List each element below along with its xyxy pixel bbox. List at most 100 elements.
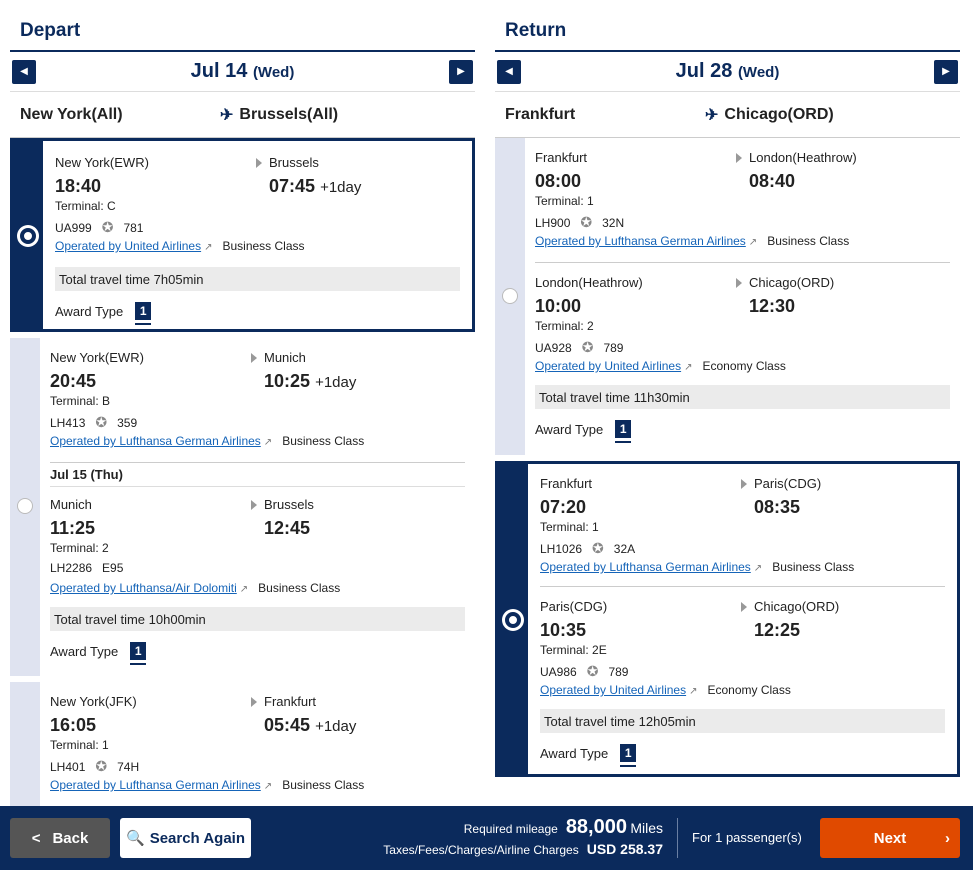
arrival-time: 12:45 bbox=[264, 518, 311, 538]
next-button[interactable]: Next › bbox=[820, 818, 960, 858]
radio-selected[interactable] bbox=[505, 612, 521, 628]
terminal: Terminal: 2 bbox=[50, 541, 109, 555]
arrival-time: 12:30 bbox=[749, 296, 796, 316]
to-airport: Brussels bbox=[251, 497, 314, 512]
depart-route: New York(All) ✈ Brussels(All) bbox=[10, 92, 475, 138]
external-link-icon: ↗ bbox=[239, 584, 249, 595]
return-option-1[interactable]: Frankfurt London(Heathrow) 08:00 08:40 T… bbox=[495, 138, 960, 455]
depart-option-2[interactable]: New York(EWR) Munich 20:45 10:25 +1day T… bbox=[10, 338, 475, 676]
departure-time: 11:25 bbox=[50, 518, 96, 538]
terminal: Terminal: 1 bbox=[50, 738, 109, 752]
cabin-class: Business Class bbox=[258, 581, 341, 595]
from-airport: New York(EWR) bbox=[55, 155, 149, 170]
airplane-icon: ✈ bbox=[705, 106, 719, 124]
search-icon: 🔍 bbox=[126, 830, 145, 847]
star-alliance-icon: ✪ bbox=[592, 540, 604, 556]
award-badge: 1 bbox=[135, 302, 152, 320]
operator-link[interactable]: Operated by Lufthansa/Air Dolomiti bbox=[50, 581, 237, 595]
radio-unselected[interactable] bbox=[17, 498, 33, 514]
depart-option-1[interactable]: New York(EWR) Brussels 18:40 07:45 +1day… bbox=[10, 138, 475, 332]
star-alliance-icon: ✪ bbox=[101, 219, 114, 235]
triangle-left-icon: ◀ bbox=[505, 66, 513, 77]
operator-link[interactable]: Operated by Lufthansa German Airlines bbox=[535, 234, 746, 248]
star-alliance-icon: ✪ bbox=[95, 758, 108, 774]
award-type: Award Type 1 bbox=[535, 409, 950, 449]
radio-selected[interactable] bbox=[20, 228, 36, 244]
depart-next-day-button[interactable]: ▶ bbox=[449, 59, 473, 84]
cabin-class: Economy Class bbox=[707, 683, 791, 697]
from-airport: New York(EWR) bbox=[50, 350, 144, 365]
award-type: Award Type 1 bbox=[540, 733, 945, 773]
operator-link[interactable]: Operated by Lufthansa German Airlines bbox=[540, 560, 751, 574]
award-type: Award Type 1 bbox=[50, 631, 465, 671]
depart-prev-day-button[interactable]: ◀ bbox=[12, 59, 36, 84]
to-airport: Chicago(ORD) bbox=[740, 599, 840, 614]
radio-unselected[interactable] bbox=[502, 288, 518, 304]
operator-link[interactable]: Operated by United Airlines bbox=[535, 359, 681, 373]
cabin-class: Business Class bbox=[282, 434, 365, 448]
arrival-time: 12:25 bbox=[754, 620, 801, 640]
departure-time: 20:45 bbox=[50, 371, 97, 391]
operator-link[interactable]: Operated by United Airlines bbox=[55, 239, 201, 253]
from-airport: Frankfurt bbox=[540, 476, 593, 491]
triangle-right-icon: ▶ bbox=[942, 66, 950, 77]
to-airport: Paris(CDG) bbox=[740, 476, 822, 491]
to-airport: Frankfurt bbox=[250, 694, 317, 709]
return-prev-day-button[interactable]: ◀ bbox=[497, 59, 521, 84]
award-badge: 1 bbox=[615, 420, 632, 438]
arrival-time: 08:35 bbox=[754, 497, 801, 517]
required-mileage: Required mileage 88,000 Miles Taxes/Fees/… bbox=[383, 816, 663, 857]
search-again-button[interactable]: 🔍 Search Again bbox=[120, 818, 251, 858]
return-title: Return bbox=[495, 0, 960, 52]
external-link-icon: ↗ bbox=[263, 781, 273, 792]
total-travel-time: Total travel time 11h30min bbox=[535, 385, 950, 409]
operator-link[interactable]: Operated by Lufthansa German Airlines bbox=[50, 434, 261, 448]
award-badge: 1 bbox=[620, 744, 637, 762]
cabin-class: Business Class bbox=[222, 239, 305, 253]
from-airport: London(Heathrow) bbox=[535, 275, 643, 290]
terminal: Terminal: 2E bbox=[540, 643, 607, 657]
flight-info: UA999 ✪ 781 bbox=[55, 219, 144, 235]
star-alliance-icon: ✪ bbox=[580, 214, 593, 230]
chevron-right-icon: › bbox=[945, 829, 950, 847]
flight-info: LH900 ✪ 32N bbox=[535, 214, 625, 230]
chevron-left-icon: < bbox=[31, 829, 41, 847]
operator-link[interactable]: Operated by United Airlines bbox=[540, 683, 686, 697]
terminal: Terminal: 2 bbox=[535, 319, 594, 333]
footer-divider bbox=[677, 818, 678, 858]
connection-date: Jul 15 (Thu) bbox=[50, 463, 465, 487]
flight-info: LH413 ✪ 359 bbox=[50, 414, 138, 430]
total-travel-time: Total travel time 10h00min bbox=[50, 607, 465, 631]
return-column: Return ◀ Jul 28 (Wed) ▶ Frankfurt ✈ Chica… bbox=[495, 0, 960, 777]
to-airport: Chicago(ORD) bbox=[735, 275, 835, 290]
terminal: Terminal: 1 bbox=[535, 194, 594, 208]
cabin-class: Economy Class bbox=[702, 359, 786, 373]
airplane-icon: ✈ bbox=[220, 106, 234, 124]
star-alliance-icon: ✪ bbox=[95, 414, 108, 430]
external-link-icon: ↗ bbox=[748, 237, 758, 248]
from-airport: Frankfurt bbox=[535, 150, 588, 165]
external-link-icon: ↗ bbox=[684, 362, 693, 373]
terminal: Terminal: C bbox=[55, 199, 116, 213]
triangle-right-icon: ▶ bbox=[457, 66, 465, 77]
return-destination: Chicago(ORD) bbox=[724, 105, 834, 123]
external-link-icon: ↗ bbox=[753, 563, 763, 574]
to-airport: London(Heathrow) bbox=[736, 150, 857, 165]
from-airport: New York(JFK) bbox=[50, 694, 137, 709]
depart-option-3[interactable]: New York(JFK) Frankfurt 16:05 05:45 +1da… bbox=[10, 682, 475, 806]
departure-time: 10:00 bbox=[535, 296, 582, 316]
cabin-class: Business Class bbox=[282, 778, 365, 792]
depart-date: Jul 14 (Wed) bbox=[190, 60, 295, 82]
return-route: Frankfurt ✈ Chicago(ORD) bbox=[495, 92, 960, 138]
award-type: Award Type 1 bbox=[55, 291, 460, 331]
arrival-time: 07:45 +1day bbox=[269, 176, 362, 196]
return-option-2[interactable]: Frankfurt Paris(CDG) 07:20 08:35 Termina… bbox=[495, 461, 960, 777]
return-next-day-button[interactable]: ▶ bbox=[934, 59, 958, 84]
to-airport: Brussels bbox=[256, 155, 319, 170]
back-button[interactable]: < Back bbox=[10, 818, 110, 858]
terminal: Terminal: B bbox=[50, 394, 111, 408]
depart-title: Depart bbox=[10, 0, 475, 52]
depart-date-bar: ◀ Jul 14 (Wed) ▶ bbox=[10, 52, 475, 92]
operator-link[interactable]: Operated by Lufthansa German Airlines bbox=[50, 778, 261, 792]
flight-info: LH2286 E95 bbox=[50, 561, 124, 575]
